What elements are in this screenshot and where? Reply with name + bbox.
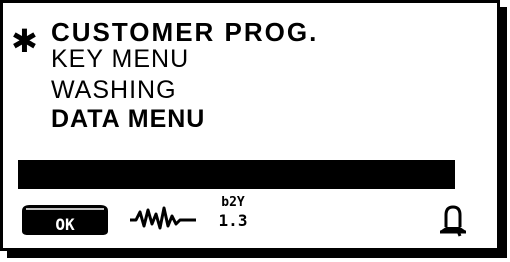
version-number: 1.3: [218, 211, 248, 230]
menu-item-customer-prog[interactable]: CUSTOMER PROG.: [51, 18, 318, 46]
menu-item-washing[interactable]: WASHING: [51, 76, 177, 104]
selection-marker: ✱: [11, 23, 38, 59]
ok-button-icon[interactable]: OK: [18, 201, 112, 237]
status-bar: OK b2Y 1.3: [3, 196, 497, 238]
version-top-label: b2Y: [221, 195, 245, 210]
menu-item-data-menu[interactable]: DATA MENU: [51, 105, 205, 133]
version-icon: b2Y 1.3: [215, 196, 251, 236]
ok-label: OK: [55, 215, 75, 234]
menu-item-key-menu[interactable]: KEY MENU: [51, 45, 189, 73]
waveform-icon: [130, 206, 196, 230]
progress-bar: [18, 160, 455, 189]
lcd-display: ✱ CUSTOMER PROG. KEY MENU WASHING DATA M…: [0, 0, 500, 251]
bell-icon: [440, 205, 466, 237]
